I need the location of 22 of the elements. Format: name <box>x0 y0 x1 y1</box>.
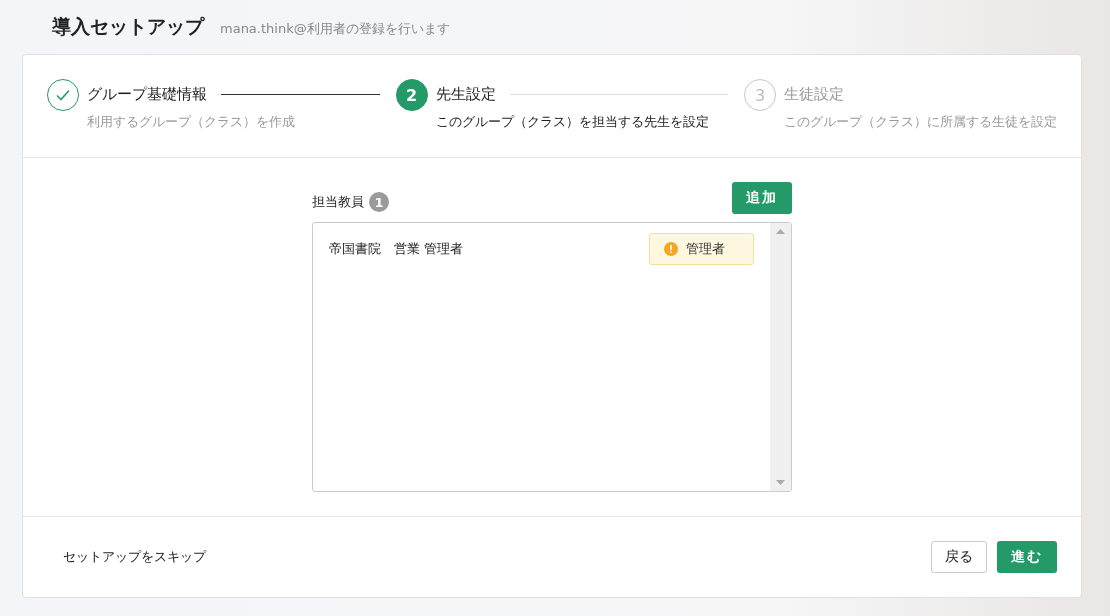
scrollbar[interactable] <box>770 223 791 491</box>
step-title: 生徒設定 <box>784 85 844 104</box>
warning-icon <box>664 242 678 256</box>
count-badge: 1 <box>369 192 389 212</box>
step-title: 先生設定 <box>435 85 496 104</box>
teachers-label: 担当教員 <box>312 193 364 211</box>
page-title: 導入セットアップ <box>52 14 204 39</box>
next-button[interactable]: 進む <box>997 541 1057 573</box>
step-title: グループ基礎情報 <box>87 85 207 104</box>
scroll-up-icon[interactable] <box>776 229 785 234</box>
step-number: 2 <box>395 79 428 111</box>
page-subtitle: mana.think@利用者の登録を行います <box>220 20 450 38</box>
step-number: 3 <box>744 79 776 111</box>
step-description: このグループ（クラス）を担当する先生を設定 <box>435 114 710 131</box>
skip-setup-link[interactable]: セットアップをスキップ <box>63 548 206 566</box>
role-tag: 管理者 <box>649 233 754 265</box>
step-description: 利用するグループ（クラス）を作成 <box>87 114 296 131</box>
teacher-name: 帝国書院 営業 管理者 <box>329 240 464 258</box>
add-button[interactable]: 追加 <box>732 182 792 214</box>
step-description: このグループ（クラス）に所属する生徒を設定 <box>784 114 1057 131</box>
back-button[interactable]: 戻る <box>931 541 987 573</box>
scroll-down-icon[interactable] <box>776 480 785 485</box>
